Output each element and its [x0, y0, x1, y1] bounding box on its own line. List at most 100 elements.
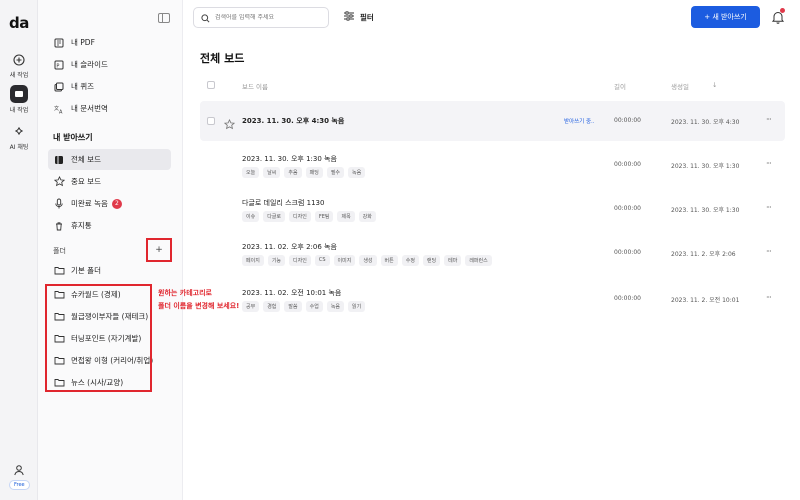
tag[interactable]: 말씀 [284, 301, 302, 312]
tag[interactable]: 수업 [305, 301, 323, 312]
tag[interactable]: CS [314, 255, 330, 266]
tag[interactable]: 날씨 [263, 167, 281, 178]
more-options-icon[interactable]: ··· [766, 247, 772, 256]
page-title: 전체 보드 [200, 52, 245, 65]
table-header: 보드 이름 길이 생성일 ↓ [200, 78, 785, 94]
row-title[interactable]: 2023. 11. 30. 오후 1:30 녹음 [242, 154, 337, 164]
rail-profile[interactable] [0, 462, 38, 478]
table-row[interactable]: 다글로 데일리 스크럼 1130 이슈 다글로 디자인 FE팀 제목 강화 00… [200, 193, 785, 231]
row-tags: 오늘 날씨 추움 패딩 필수 녹음 [242, 167, 366, 178]
tag[interactable]: 디자인 [289, 211, 311, 222]
row-length: 00:00:00 [614, 249, 641, 256]
filter-button[interactable]: 필터 [343, 11, 374, 23]
search-input[interactable] [215, 14, 325, 21]
add-folder-button[interactable]: + [146, 238, 172, 262]
folder-label: 기본 폴더 [71, 266, 101, 275]
row-checkbox[interactable] [207, 117, 215, 125]
star-icon[interactable] [223, 115, 236, 134]
sidebar-item-quiz[interactable]: 내 퀴즈 [48, 76, 171, 97]
icon-rail: da 새 작업 내 작업 AI 채팅 Free [0, 0, 38, 500]
more-options-icon[interactable]: ··· [766, 293, 772, 302]
table-row[interactable]: 2023. 11. 02. 오후 2:06 녹음 페이지 기능 디자인 CS 이… [200, 237, 785, 275]
tag[interactable]: 추움 [284, 167, 302, 178]
incomplete-count-badge: 2 [111, 198, 122, 209]
collapse-sidebar-icon[interactable] [158, 13, 170, 23]
row-date: 2023. 11. 30. 오후 4:30 [671, 119, 740, 126]
tag[interactable]: 버튼 [380, 255, 398, 266]
tag[interactable]: 강화 [358, 211, 376, 222]
sidebar-item-pdf[interactable]: 내 PDF [48, 32, 171, 53]
tag[interactable]: 테마 [444, 255, 462, 266]
rail-new-task-label: 새 작업 [9, 72, 29, 79]
row-tags: 공부 경험 말씀 수업 녹음 읽기 [242, 301, 366, 312]
tag[interactable]: 제목 [337, 211, 355, 222]
plus-circle-icon [11, 52, 27, 68]
row-title[interactable]: 2023. 11. 02. 오전 10:01 녹음 [242, 288, 341, 298]
column-header-length[interactable]: 길이 [614, 81, 626, 91]
tag[interactable]: FE팀 [314, 211, 334, 222]
tag[interactable]: 이미지 [333, 255, 356, 266]
rail-new-task[interactable]: 새 작업 [0, 52, 38, 79]
table-row[interactable]: 2023. 11. 30. 오후 4:30 녹음 받아쓰기 중.. 00:00:… [200, 101, 785, 141]
new-dictation-button[interactable]: + 새 받아쓰기 [691, 6, 760, 28]
row-title[interactable]: 2023. 11. 30. 오후 4:30 녹음 [242, 116, 344, 126]
tag[interactable]: 생성 [359, 255, 377, 266]
tag[interactable]: 녹음 [348, 167, 366, 178]
sidebar-item-trash[interactable]: 휴지통 [48, 215, 171, 236]
tag[interactable]: 기능 [267, 255, 286, 266]
more-options-icon[interactable]: ··· [766, 159, 772, 168]
sidebar-item-important[interactable]: 중요 보드 [48, 171, 171, 192]
rail-my-work[interactable]: 내 작업 [0, 85, 38, 114]
tag[interactable]: 녹음 [326, 301, 345, 312]
tag[interactable]: 오늘 [242, 167, 260, 178]
row-tags: 이슈 다글로 디자인 FE팀 제목 강화 [242, 211, 376, 222]
column-header-created[interactable]: 생성일 [671, 81, 689, 91]
tag[interactable]: 이슈 [242, 211, 260, 222]
tag[interactable]: 랜딩 [422, 255, 441, 266]
table-row[interactable]: 2023. 11. 30. 오후 1:30 녹음 오늘 날씨 추움 패딩 필수 … [200, 149, 785, 187]
tag[interactable]: 다글로 [263, 211, 286, 222]
folder-highlight-box [45, 284, 152, 392]
quiz-icon [53, 81, 65, 93]
row-status: 받아쓰기 중.. [564, 119, 595, 125]
row-length: 00:00:00 [614, 117, 641, 124]
pdf-icon [53, 37, 65, 49]
table-row[interactable]: 2023. 11. 02. 오전 10:01 녹음 공부 경험 말씀 수업 녹음… [200, 283, 785, 321]
more-options-icon[interactable]: ··· [766, 203, 772, 212]
sidebar-item-translate[interactable]: 文A 내 문서번역 [48, 98, 171, 119]
sidebar-item-label: 내 PDF [71, 38, 95, 47]
app-logo[interactable]: da [9, 14, 29, 32]
plan-badge[interactable]: Free [9, 480, 30, 490]
row-title[interactable]: 다글로 데일리 스크럼 1130 [242, 198, 324, 208]
tag[interactable]: 필수 [326, 167, 345, 178]
folder-icon [53, 265, 65, 277]
select-all-checkbox[interactable] [207, 81, 215, 89]
sidebar-item-label: 내 퀴즈 [71, 82, 95, 91]
search-icon [201, 8, 210, 27]
row-date: 2023. 11. 30. 오후 1:30 [671, 207, 740, 214]
translate-icon: 文A [53, 103, 65, 115]
rail-ai-chat[interactable]: AI 채팅 [0, 124, 38, 151]
sort-arrow-icon[interactable]: ↓ [712, 81, 717, 89]
search-bar[interactable] [193, 7, 329, 28]
tag[interactable]: 패딩 [305, 167, 323, 178]
sidebar-item-slides[interactable]: P 내 슬라이드 [48, 54, 171, 75]
tag[interactable]: 읽기 [348, 301, 366, 312]
rail-ai-chat-label: AI 채팅 [9, 144, 29, 151]
tag[interactable]: 디자인 [289, 255, 311, 266]
board-icon [53, 154, 65, 166]
tag[interactable]: 경험 [263, 301, 281, 312]
sidebar-item-all-boards[interactable]: 전체 보드 [48, 149, 171, 170]
row-title[interactable]: 2023. 11. 02. 오후 2:06 녹음 [242, 242, 337, 252]
more-options-icon[interactable]: ··· [766, 115, 772, 124]
tag[interactable]: 페이지 [242, 255, 264, 266]
sidebar-item-label: 내 슬라이드 [71, 60, 108, 69]
tag[interactable]: 레퍼런스 [465, 255, 492, 266]
tag[interactable]: 수정 [401, 255, 419, 266]
sidebar-item-incomplete[interactable]: 미완료 녹음 2 [48, 193, 171, 214]
sidebar-item-label: 전체 보드 [71, 155, 101, 164]
folder-item-default[interactable]: 기본 폴더 [48, 260, 171, 281]
tag[interactable]: 공부 [242, 301, 260, 312]
column-header-name[interactable]: 보드 이름 [242, 81, 268, 91]
row-length: 00:00:00 [614, 161, 641, 168]
